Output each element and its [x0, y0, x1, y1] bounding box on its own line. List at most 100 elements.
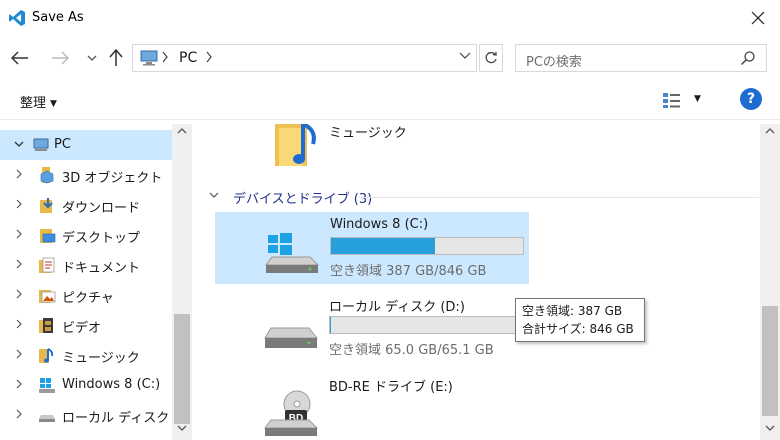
drive-free-space: 空き領域 65.0 GB/65.1 GB: [329, 343, 494, 358]
refresh-button[interactable]: [479, 44, 503, 72]
forward-button[interactable]: [48, 46, 72, 70]
content-pane: ミュージック デバイスとドライブ (3) Windows 8 (C:) 空き領域…: [193, 124, 759, 440]
bd-drive-icon: BD: [264, 390, 319, 436]
tree-item-pc[interactable]: PC: [0, 130, 172, 160]
chevron-right-icon[interactable]: [14, 318, 24, 330]
pc-icon: [140, 50, 158, 66]
address-bar[interactable]: PC: [132, 44, 477, 72]
windows-drive-icon: [39, 378, 55, 393]
breadcrumb-pc[interactable]: PC: [179, 50, 197, 66]
tree-item-documents[interactable]: ドキュメント: [0, 250, 172, 280]
scroll-up-icon[interactable]: [177, 127, 187, 135]
devices-group-header[interactable]: デバイスとドライブ (3): [203, 186, 759, 208]
search-icon: [740, 51, 755, 66]
chevron-right-icon[interactable]: [14, 258, 24, 270]
arrow-up-icon: [109, 49, 123, 66]
tree-item-pictures[interactable]: ピクチャ: [0, 280, 172, 310]
tree-item-windows-drive[interactable]: Windows 8 (C:): [0, 370, 172, 400]
view-options-icon[interactable]: [662, 91, 682, 109]
windows-drive-icon: [265, 233, 320, 273]
scrollbar-thumb[interactable]: [174, 314, 190, 424]
navigation-scrollbar[interactable]: [172, 124, 192, 440]
chevron-down-icon: [87, 55, 97, 61]
videos-icon: [39, 318, 53, 333]
tree-label: ドキュメント: [62, 261, 141, 276]
music-folder-icon[interactable]: [273, 124, 321, 170]
back-button[interactable]: [8, 46, 32, 70]
tree-label: ダウンロード: [62, 201, 141, 216]
group-header-text: デバイスとドライブ (3): [233, 192, 373, 207]
search-placeholder[interactable]: PCの検索: [526, 51, 582, 70]
organize-button[interactable]: 整理 ▼: [20, 92, 57, 111]
tree-label: ローカル ディスク (D: [62, 411, 189, 426]
command-bar: 整理 ▼ ▼: [0, 82, 780, 120]
tree-item-downloads[interactable]: ダウンロード: [0, 190, 172, 220]
chevron-down-icon[interactable]: [14, 138, 24, 150]
local-disk-icon: [264, 327, 319, 348]
desktop-icon: [40, 229, 56, 243]
drive-name: BD-RE ドライブ (E:): [329, 380, 453, 395]
dropdown-arrow-icon: ▼: [50, 98, 57, 109]
drive-free-space: 空き領域 387 GB/846 GB: [330, 264, 487, 279]
drive-usage-fill: [331, 238, 436, 254]
pc-icon: [33, 138, 49, 151]
refresh-icon: [485, 51, 497, 64]
drive-name: Windows 8 (C:): [330, 217, 429, 232]
drive-item-e[interactable]: BD BD-RE ドライブ (E:): [215, 372, 529, 440]
chevron-right-icon[interactable]: [14, 168, 24, 180]
chevron-right-icon[interactable]: [14, 408, 24, 420]
tree-item-3d-objects[interactable]: 3D オブジェクト: [0, 160, 172, 190]
tooltip-free-space: 空き領域: 387 GB: [522, 304, 623, 318]
music-folder-label: ミュージック: [329, 126, 407, 141]
arrow-left-icon: [11, 51, 28, 65]
drive-tooltip: 空き領域: 387 GB 合計サイズ: 846 GB: [515, 298, 645, 342]
chevron-down-icon: [209, 192, 219, 198]
up-button[interactable]: [104, 46, 128, 70]
scroll-down-icon[interactable]: [765, 424, 775, 432]
chevron-right-icon[interactable]: [14, 348, 24, 360]
help-button[interactable]: ?: [740, 88, 762, 110]
chevron-right-icon[interactable]: [14, 378, 24, 390]
local-disk-icon: [39, 415, 55, 422]
tree-label: ビデオ: [62, 321, 102, 336]
scrollbar-thumb[interactable]: [762, 306, 778, 416]
chevron-right-icon: [162, 51, 168, 63]
chevron-down-icon[interactable]: [459, 52, 471, 60]
content-scrollbar[interactable]: [760, 124, 780, 440]
close-icon: [751, 11, 765, 25]
tree-item-music[interactable]: ミュージック: [0, 340, 172, 370]
group-divider: [359, 197, 759, 198]
drive-item-c[interactable]: Windows 8 (C:) 空き領域 387 GB/846 GB: [215, 212, 529, 284]
organize-label: 整理: [20, 96, 47, 111]
drive-usage-bar: [329, 316, 523, 334]
drive-item-d[interactable]: ローカル ディスク (D:) 空き領域 65.0 GB/65.1 GB: [215, 292, 529, 364]
pictures-icon: [39, 290, 56, 303]
tree-item-videos[interactable]: ビデオ: [0, 310, 172, 340]
tooltip-total-size: 合計サイズ: 846 GB: [522, 322, 634, 336]
window-title: Save As: [32, 10, 84, 25]
vscode-app-icon: [9, 10, 25, 26]
tree-label: ミュージック: [62, 351, 140, 366]
close-button[interactable]: [738, 2, 778, 34]
scroll-down-icon[interactable]: [177, 424, 187, 432]
tree-label: デスクトップ: [62, 231, 141, 246]
drive-name: ローカル ディスク (D:): [329, 300, 465, 315]
drive-usage-bar: [330, 237, 524, 255]
chevron-right-icon[interactable]: [14, 198, 24, 210]
chevron-right-icon[interactable]: [14, 228, 24, 240]
search-box[interactable]: PCの検索: [515, 44, 767, 72]
tree-label: PC: [54, 137, 71, 152]
tree-item-local-disk[interactable]: ローカル ディスク (D: [0, 400, 188, 430]
tree-item-desktop[interactable]: デスクトップ: [0, 220, 172, 250]
chevron-right-icon[interactable]: [14, 288, 24, 300]
tree-label: Windows 8 (C:): [62, 377, 161, 392]
navigation-pane: PC 3D オブジェクト ダウンロード デスクトップ ドキュメント ピクチャ ビ…: [0, 124, 192, 440]
tree-label: 3D オブジェクト: [62, 171, 163, 186]
view-dropdown-icon[interactable]: ▼: [694, 94, 701, 104]
scroll-up-icon[interactable]: [765, 127, 775, 135]
drive-usage-fill: [330, 317, 331, 333]
music-icon: [39, 348, 54, 363]
recent-locations-button[interactable]: [80, 46, 104, 70]
3d-objects-icon: [40, 167, 54, 184]
chevron-right-icon[interactable]: [205, 51, 213, 63]
